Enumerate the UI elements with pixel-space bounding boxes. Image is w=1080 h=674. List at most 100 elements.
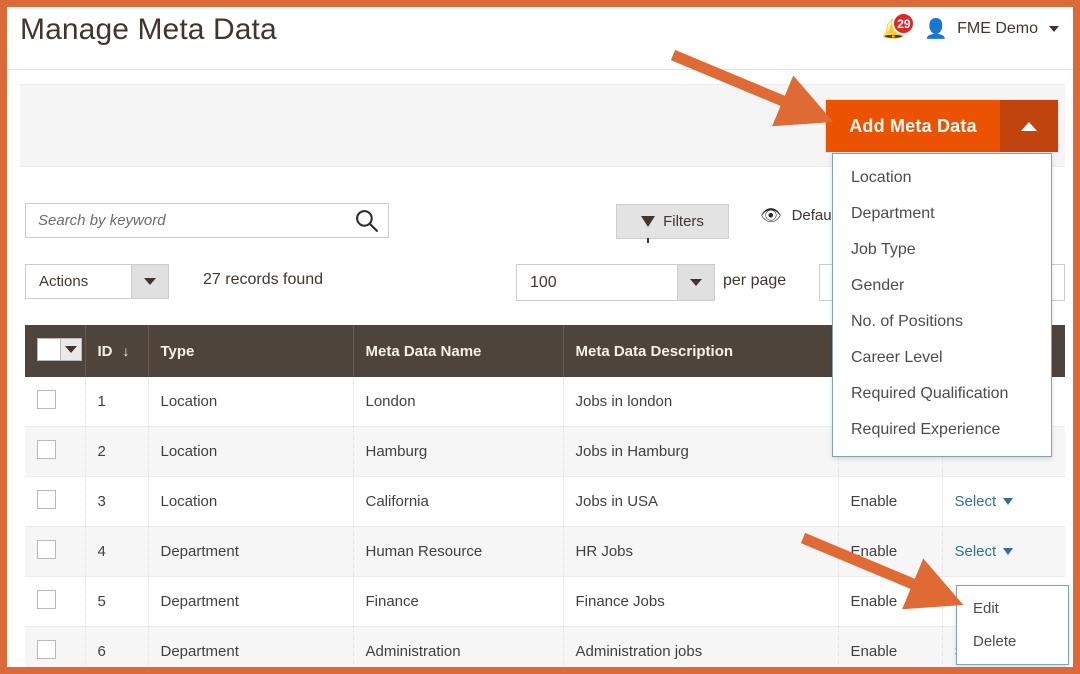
column-header-type[interactable]: Type	[148, 325, 353, 377]
search-input[interactable]	[26, 212, 344, 229]
actions-dropdown[interactable]: Actions	[25, 264, 169, 299]
row-meta-data-name: London	[353, 377, 563, 427]
row-select-dropdown[interactable]: Select	[955, 493, 1014, 510]
per-page-value: 100	[517, 274, 677, 292]
table-row: 3LocationCaliforniaJobs in USAEnableSele…	[25, 477, 1065, 527]
row-meta-data-description: Jobs in Hamburg	[563, 427, 838, 477]
chevron-down-icon	[1003, 548, 1013, 555]
sort-descending-icon: ↓	[123, 343, 130, 359]
row-type: Location	[148, 477, 353, 527]
row-checkbox[interactable]	[37, 540, 56, 559]
row-meta-data-description: Finance Jobs	[563, 577, 838, 627]
menu-item-gender[interactable]: Gender	[833, 268, 1051, 304]
row-meta-data-name: Finance	[353, 577, 563, 627]
row-status: Enable	[838, 627, 942, 668]
header-actions: 🔔 29 👤 FME Demo	[872, 12, 1065, 46]
row-meta-data-description: Jobs in USA	[563, 477, 838, 527]
search-box[interactable]	[25, 203, 389, 238]
menu-item-required-qualification[interactable]: Required Qualification	[833, 376, 1051, 412]
add-meta-data-label[interactable]: Add Meta Data	[826, 100, 1000, 152]
notifications-button[interactable]: 🔔 29	[872, 12, 914, 46]
page-title: Manage Meta Data	[20, 13, 277, 47]
menu-item-department[interactable]: Department	[833, 196, 1051, 232]
actions-dropdown-toggle[interactable]	[131, 265, 168, 298]
menu-item-location[interactable]: Location	[833, 160, 1051, 196]
row-action-cell[interactable]: Select	[942, 477, 1065, 527]
app-canvas: Manage Meta Data 🔔 29 👤 FME Demo Add Met…	[7, 7, 1073, 667]
chevron-down-icon	[1003, 498, 1013, 505]
search-icon[interactable]	[344, 204, 388, 237]
row-checkbox[interactable]	[37, 590, 56, 609]
row-id: 6	[85, 627, 148, 668]
row-type: Department	[148, 627, 353, 668]
per-page-dropdown[interactable]: 100	[516, 264, 715, 301]
filters-label: Filters	[663, 213, 704, 230]
funnel-icon	[641, 216, 655, 227]
row-checkbox-cell[interactable]	[25, 427, 85, 477]
column-header-id[interactable]: ID↓	[85, 325, 148, 377]
row-checkbox[interactable]	[37, 390, 56, 409]
row-meta-data-name: Human Resource	[353, 527, 563, 577]
table-row: 4DepartmentHuman ResourceHR JobsEnableSe…	[25, 527, 1065, 577]
row-select-label: Select	[955, 493, 997, 510]
row-type: Location	[148, 377, 353, 427]
per-page-dropdown-toggle[interactable]	[677, 265, 714, 300]
row-status: Enable	[838, 577, 942, 627]
column-header-select-all[interactable]	[25, 325, 85, 377]
row-checkbox-cell[interactable]	[25, 627, 85, 668]
row-checkbox[interactable]	[37, 640, 56, 659]
column-header-meta-data-description[interactable]: Meta Data Description	[563, 325, 838, 377]
row-checkbox-cell[interactable]	[25, 577, 85, 627]
chevron-up-icon	[1021, 122, 1037, 131]
row-id: 5	[85, 577, 148, 627]
row-checkbox[interactable]	[37, 440, 56, 459]
menu-item-delete[interactable]: Delete	[957, 625, 1068, 658]
table-row: 6DepartmentAdministrationAdministration …	[25, 627, 1065, 668]
row-meta-data-name: California	[353, 477, 563, 527]
row-meta-data-name: Administration	[353, 627, 563, 668]
row-checkbox-cell[interactable]	[25, 477, 85, 527]
select-all-checkbox[interactable]	[38, 339, 60, 360]
row-type: Department	[148, 577, 353, 627]
menu-item-no-of-positions[interactable]: No. of Positions	[833, 304, 1051, 340]
default-view-selector[interactable]: 👁 Defau	[760, 207, 832, 224]
filters-button[interactable]: Filters	[616, 204, 729, 239]
screenshot-frame: Manage Meta Data 🔔 29 👤 FME Demo Add Met…	[0, 0, 1080, 674]
menu-item-career-level[interactable]: Career Level	[833, 340, 1051, 376]
user-avatar-icon: 👤	[924, 20, 948, 39]
row-checkbox[interactable]	[37, 490, 56, 509]
add-meta-data-toggle[interactable]	[1000, 100, 1058, 152]
row-id: 1	[85, 377, 148, 427]
per-page-label: per page	[723, 272, 786, 290]
user-name-label: FME Demo	[957, 20, 1038, 38]
row-action-menu[interactable]: Edit Delete	[956, 585, 1069, 665]
row-id: 2	[85, 427, 148, 477]
chevron-down-icon	[65, 346, 77, 353]
default-view-label: Defau	[792, 207, 832, 224]
row-checkbox-cell[interactable]	[25, 377, 85, 427]
menu-item-required-experience[interactable]: Required Experience	[833, 412, 1051, 448]
row-id: 4	[85, 527, 148, 577]
row-status: Enable	[838, 527, 942, 577]
row-meta-data-description: Administration jobs	[563, 627, 838, 668]
row-meta-data-name: Hamburg	[353, 427, 563, 477]
column-header-meta-data-name[interactable]: Meta Data Name	[353, 325, 563, 377]
records-found-label: 27 records found	[203, 271, 323, 289]
add-meta-data-menu[interactable]: Location Department Job Type Gender No. …	[832, 153, 1052, 457]
add-meta-data-button[interactable]: Add Meta Data	[826, 100, 1058, 152]
row-meta-data-description: Jobs in london	[563, 377, 838, 427]
select-all-caret[interactable]	[60, 339, 81, 360]
menu-item-edit[interactable]: Edit	[957, 592, 1068, 625]
table-row: 5DepartmentFinanceFinance JobsEnableSele…	[25, 577, 1065, 627]
eye-icon: 👁	[760, 207, 782, 224]
checkbox-dropdown-icon[interactable]	[37, 338, 82, 361]
row-meta-data-description: HR Jobs	[563, 527, 838, 577]
row-action-cell[interactable]: Select	[942, 527, 1065, 577]
row-checkbox-cell[interactable]	[25, 527, 85, 577]
row-status: Enable	[838, 477, 942, 527]
chevron-down-icon	[690, 279, 702, 286]
row-select-dropdown[interactable]: Select	[955, 543, 1014, 560]
actions-label: Actions	[26, 273, 131, 290]
user-menu[interactable]: 👤 FME Demo	[914, 18, 1065, 41]
menu-item-job-type[interactable]: Job Type	[833, 232, 1051, 268]
